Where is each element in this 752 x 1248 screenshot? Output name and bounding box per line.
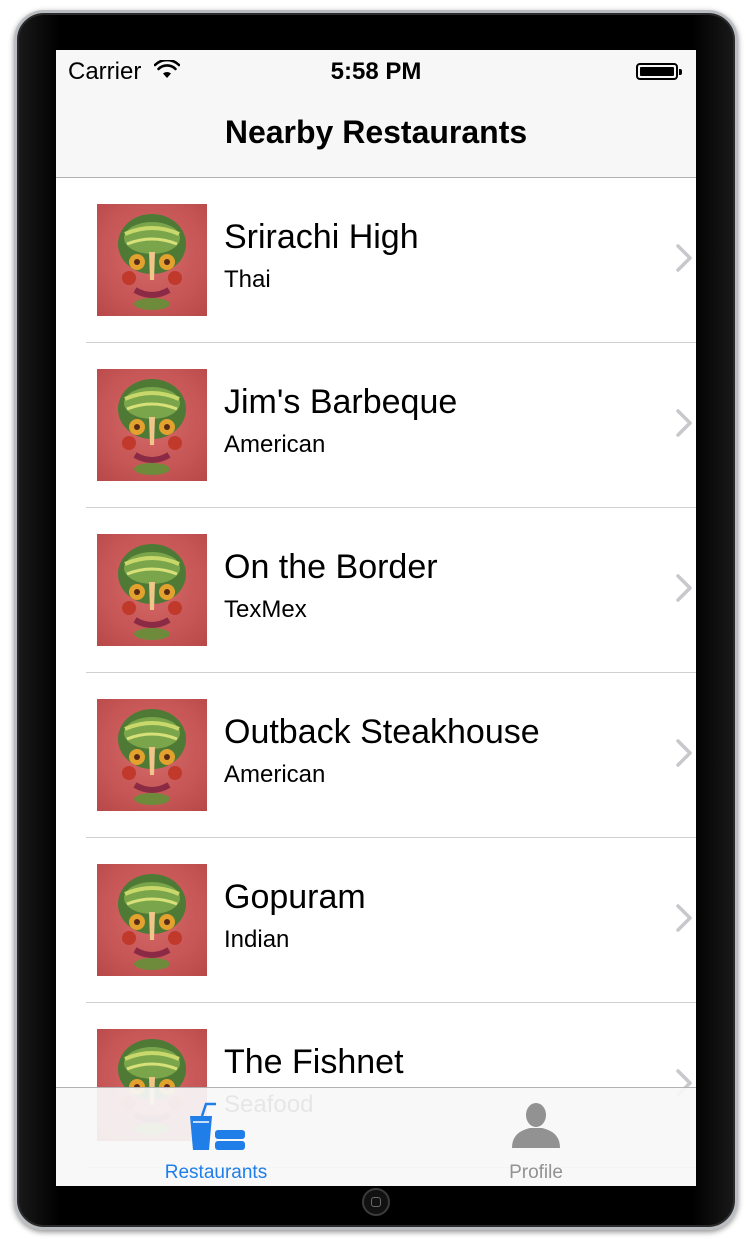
restaurant-cuisine: American xyxy=(224,431,326,458)
table-row[interactable]: Outback Steakhouse American xyxy=(86,673,696,838)
chevron-right-icon xyxy=(676,244,692,272)
tab-label-restaurants: Restaurants xyxy=(164,1162,268,1183)
restaurant-name: Srirachi High xyxy=(224,218,419,256)
navigation-bar: Carrier 5:58 PM Nearby Restaurants xyxy=(56,50,696,178)
tab-bar: Restaurants Profile xyxy=(56,1087,696,1186)
table-row[interactable]: Srirachi High Thai xyxy=(86,178,696,343)
table-row[interactable]: On the Border TexMex xyxy=(86,508,696,673)
restaurant-name: On the Border xyxy=(224,548,438,586)
table-row[interactable]: Gopuram Indian xyxy=(86,838,696,1003)
restaurant-name: Jim's Barbeque xyxy=(224,383,458,421)
chevron-right-icon xyxy=(676,904,692,932)
restaurant-cuisine: American xyxy=(224,761,326,788)
tab-profile[interactable]: Profile xyxy=(376,1088,696,1186)
person-icon xyxy=(512,1103,560,1148)
clock: 5:58 PM xyxy=(330,58,422,85)
restaurant-name: Gopuram xyxy=(224,878,366,916)
restaurant-list: Srirachi High Thai Jim's Barbeque American… xyxy=(56,178,696,1168)
restaurant-thumbnail xyxy=(97,534,207,646)
restaurant-cuisine: Thai xyxy=(224,266,271,293)
restaurant-name: The Fishnet xyxy=(224,1043,404,1081)
restaurant-cuisine: Indian xyxy=(224,926,290,953)
restaurant-thumbnail xyxy=(97,864,207,976)
tab-restaurants[interactable]: Restaurants xyxy=(56,1088,376,1186)
restaurant-thumbnail xyxy=(97,369,207,481)
drinks-icon xyxy=(190,1102,245,1150)
tab-label-profile: Profile xyxy=(509,1162,563,1183)
chevron-right-icon xyxy=(676,739,692,767)
restaurant-cuisine: TexMex xyxy=(224,596,307,623)
status-bar: Carrier 5:58 PM xyxy=(56,50,696,90)
restaurant-name: Outback Steakhouse xyxy=(224,713,540,751)
table-row[interactable]: Jim's Barbeque American xyxy=(86,343,696,508)
restaurant-thumbnail xyxy=(97,204,207,316)
chevron-right-icon xyxy=(676,409,692,437)
app-screen: Carrier 5:58 PM Nearby Restaurants Srira… xyxy=(56,50,696,1186)
home-button[interactable] xyxy=(362,1188,390,1216)
chevron-right-icon xyxy=(676,574,692,602)
battery-icon xyxy=(636,63,682,80)
page-title: Nearby Restaurants xyxy=(224,114,528,150)
restaurant-thumbnail xyxy=(97,699,207,811)
